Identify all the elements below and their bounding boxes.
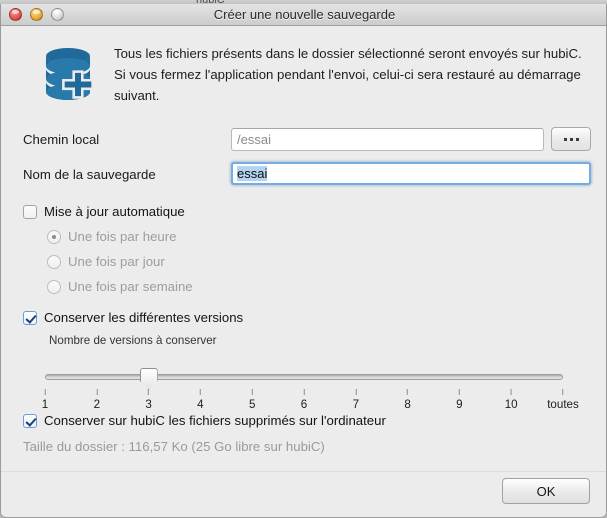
tick-mark bbox=[199, 389, 201, 395]
backup-name-value: essai bbox=[237, 166, 268, 181]
slider-tick: toutes bbox=[547, 389, 579, 411]
slider-tick: 6 bbox=[301, 389, 307, 411]
slider-tick: 9 bbox=[456, 389, 463, 411]
tick-mark bbox=[458, 389, 460, 395]
tick-label: 6 bbox=[300, 398, 308, 411]
slider-track[interactable] bbox=[45, 374, 563, 380]
slider-tick: 8 bbox=[404, 389, 411, 411]
tick-label: 7 bbox=[352, 398, 360, 411]
tick-mark bbox=[251, 389, 253, 395]
dialog-description: Tous les fichiers présents dans le dossi… bbox=[114, 46, 582, 103]
ellipsis-dot-icon bbox=[563, 137, 567, 141]
tick-label: 9 bbox=[456, 398, 463, 411]
auto-update-label: Mise à jour automatique bbox=[44, 204, 185, 219]
tick-label: 8 bbox=[404, 398, 411, 411]
path-label: Chemin local bbox=[23, 132, 100, 147]
tick-label: 1 bbox=[41, 398, 49, 411]
ellipsis-dot-icon bbox=[569, 137, 573, 141]
radio-once-per-week[interactable]: Une fois par semaine bbox=[47, 279, 193, 294]
checkbox-icon-checked bbox=[23, 413, 37, 428]
path-input[interactable]: /essai bbox=[231, 128, 544, 151]
tick-mark bbox=[148, 389, 150, 395]
versions-slider[interactable] bbox=[45, 368, 563, 390]
tick-label: toutes bbox=[547, 398, 579, 411]
window-title: Créer une nouvelle sauvegarde bbox=[213, 7, 396, 22]
tick-label: 4 bbox=[197, 398, 204, 411]
radio-once-per-day[interactable]: Une fois par jour bbox=[47, 254, 165, 269]
tick-mark bbox=[303, 389, 305, 395]
dialog-content: Tous les fichiers présents dans le dossi… bbox=[1, 27, 606, 517]
tick-label: 3 bbox=[145, 398, 152, 411]
ellipsis-dot-icon bbox=[575, 137, 579, 141]
tick-mark bbox=[510, 389, 512, 395]
folder-size-info: Taille du dossier : 116,57 Ko (25 Go lib… bbox=[23, 439, 325, 454]
radio-icon-selected bbox=[47, 229, 61, 244]
tick-mark bbox=[44, 389, 46, 395]
radio-icon bbox=[47, 254, 61, 269]
keep-deleted-label: Conserver sur hubiC les fichiers supprim… bbox=[44, 413, 386, 428]
slider-tick: 4 bbox=[197, 389, 204, 411]
tick-label: 2 bbox=[93, 398, 101, 411]
radio-label: Une fois par heure bbox=[68, 229, 177, 244]
slider-tick: 5 bbox=[249, 389, 255, 411]
backup-name-input[interactable]: essai bbox=[231, 162, 591, 185]
database-add-icon bbox=[43, 45, 99, 105]
radio-label: Une fois par semaine bbox=[68, 279, 193, 294]
radio-icon bbox=[47, 279, 61, 294]
checkbox-icon-unchecked bbox=[23, 204, 37, 219]
ok-button[interactable]: OK bbox=[502, 478, 590, 504]
tick-mark bbox=[562, 389, 564, 395]
slider-tick: 3 bbox=[145, 389, 152, 411]
tick-mark bbox=[355, 389, 357, 395]
slider-tick: 2 bbox=[94, 389, 100, 411]
slider-tick: 1 bbox=[42, 389, 48, 411]
tick-mark bbox=[407, 389, 409, 395]
slider-tick: 7 bbox=[353, 389, 359, 411]
title-bar[interactable]: Créer une nouvelle sauvegarde bbox=[1, 4, 606, 26]
keep-deleted-checkbox[interactable]: Conserver sur hubiC les fichiers supprim… bbox=[23, 413, 386, 428]
tick-label: 5 bbox=[248, 398, 256, 411]
auto-update-checkbox[interactable]: Mise à jour automatique bbox=[23, 204, 185, 219]
radio-once-per-hour[interactable]: Une fois par heure bbox=[47, 229, 177, 244]
checkbox-icon-checked bbox=[23, 310, 37, 325]
footer-divider bbox=[1, 471, 606, 472]
keep-versions-label: Conserver les différentes versions bbox=[44, 310, 244, 325]
slider-tick: 10 bbox=[505, 389, 518, 411]
tick-label: 10 bbox=[504, 398, 518, 411]
radio-label: Une fois par jour bbox=[68, 254, 165, 269]
dialog-window: Créer une nouvelle sauvegarde Tous les f… bbox=[0, 4, 607, 518]
versions-slider-label: Nombre de versions à conserver bbox=[49, 334, 217, 347]
slider-handle[interactable] bbox=[139, 368, 158, 390]
slider-tick-labels: 1 2 3 4 5 6 7 8 9 10 toutes bbox=[42, 389, 579, 415]
browse-button[interactable] bbox=[551, 127, 591, 151]
backup-name-label: Nom de la sauvegarde bbox=[23, 167, 156, 182]
tick-mark bbox=[96, 389, 98, 395]
keep-versions-checkbox[interactable]: Conserver les différentes versions bbox=[23, 310, 243, 325]
